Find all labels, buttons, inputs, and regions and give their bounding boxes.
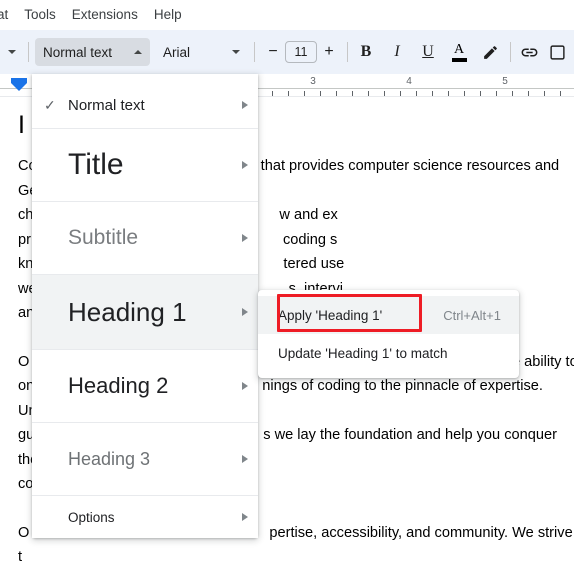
link-icon (521, 48, 537, 56)
insert-link-button[interactable] (517, 38, 541, 66)
chevron-right-icon (242, 234, 248, 242)
submenu-item-label: Apply 'Heading 1' (278, 307, 383, 323)
submenu-item-apply-heading-1[interactable]: Apply 'Heading 1' Ctrl+Alt+1 (258, 296, 519, 334)
font-family-button[interactable]: Arial (155, 38, 248, 66)
paragraph-style-label: Normal text (43, 44, 113, 60)
menu-item-label: Normal text (68, 96, 145, 114)
heading-1-submenu[interactable]: Apply 'Heading 1' Ctrl+Alt+1 Update 'Hea… (258, 290, 519, 378)
italic-button[interactable]: I (385, 38, 409, 66)
submenu-item-label: Update 'Heading 1' to match (278, 345, 448, 361)
ruler-tick-minor (480, 91, 481, 96)
ruler-number: 3 (310, 76, 316, 87)
check-icon: ✓ (44, 97, 56, 113)
para1-line4-right: coding s (282, 231, 338, 248)
zoom-dropdown-caret[interactable] (0, 38, 22, 66)
menu-item-help[interactable]: Help (146, 3, 190, 27)
chevron-down-icon (232, 50, 240, 54)
ruler-tick-minor (288, 91, 289, 96)
font-family-label: Arial (163, 44, 191, 60)
font-size-input[interactable]: 11 (285, 41, 317, 63)
paragraph-style-menu[interactable]: ✓ Normal text Title Subtitle Heading 1 H… (32, 74, 258, 538)
ruler-tick-minor (512, 91, 513, 96)
text-color-swatch (451, 57, 467, 62)
increase-font-size-button[interactable]: + (317, 38, 341, 66)
underline-button[interactable]: U (416, 38, 440, 66)
menu-item-tools[interactable]: Tools (16, 3, 64, 27)
chevron-right-icon (242, 161, 248, 169)
highlight-color-button[interactable] (478, 38, 502, 66)
bold-button[interactable]: B (354, 38, 378, 66)
chevron-right-icon (242, 455, 248, 463)
chevron-right-icon (242, 513, 248, 521)
indent-triangle (11, 83, 27, 91)
ruler-number: 5 (502, 76, 508, 87)
menu-item-heading-2[interactable]: Heading 2 (32, 350, 258, 422)
menu-item-label: Heading 2 (68, 373, 169, 398)
text-color-button[interactable]: A (447, 38, 471, 66)
toolbar-divider (510, 42, 511, 62)
ruler-tick-minor (496, 91, 497, 96)
menu-item-title[interactable]: Title (32, 129, 258, 201)
formatting-toolbar[interactable]: Normal text Arial − 11 + B I U A (0, 30, 574, 74)
menu-item-heading-3[interactable]: Heading 3 (32, 423, 258, 495)
menu-item-label: Heading 3 (68, 448, 151, 469)
chevron-up-icon (134, 50, 142, 54)
ruler-tick-minor (352, 91, 353, 96)
submenu-item-update-heading-1[interactable]: Update 'Heading 1' to match (258, 334, 519, 372)
para1-line5-right: tered use (283, 256, 345, 272)
ruler-tick-minor (304, 91, 305, 96)
chevron-right-icon (242, 382, 248, 390)
menu-item-label: Options (68, 509, 115, 525)
submenu-item-shortcut: Ctrl+Alt+1 (443, 307, 501, 323)
ruler-tick-minor (448, 91, 449, 96)
menu-item-subtitle[interactable]: Subtitle (32, 202, 258, 274)
toolbar-divider (254, 42, 255, 62)
menu-item-label: Title (68, 148, 124, 181)
para1-line3-right: w and ex (279, 207, 338, 223)
ruler-tick-minor (432, 91, 433, 96)
menu-item-format[interactable]: at (0, 3, 16, 27)
ruler-tick-minor (560, 91, 561, 96)
ruler-tick-minor (416, 91, 417, 96)
ruler-tick-minor (368, 91, 369, 96)
para1-line1-right: that provides computer science resources… (260, 158, 560, 174)
menu-item-extensions[interactable]: Extensions (64, 3, 146, 27)
chevron-down-icon (8, 50, 16, 54)
para2-line1-left: O (18, 353, 30, 370)
ruler-number: 4 (406, 76, 412, 87)
decrease-font-size-button[interactable]: − (261, 38, 285, 66)
text-color-label: A (453, 41, 465, 57)
insert-image-button[interactable] (545, 38, 569, 66)
toolbar-divider (347, 42, 348, 62)
ruler-tick-minor (464, 91, 465, 96)
paragraph-style-button[interactable]: Normal text (35, 38, 150, 66)
toolbar-divider (28, 42, 29, 62)
ruler-tick-minor (528, 91, 529, 96)
menu-item-normal-text[interactable]: ✓ Normal text (32, 82, 258, 128)
chevron-right-icon (242, 101, 248, 109)
menu-item-heading-1[interactable]: Heading 1 (32, 275, 258, 349)
chevron-right-icon (242, 308, 248, 316)
pen-icon (483, 45, 497, 59)
menu-item-label: Subtitle (68, 226, 139, 249)
menu-item-options[interactable]: Options (32, 496, 258, 538)
ruler-tick-minor (272, 91, 273, 96)
ruler-tick-minor (336, 91, 337, 96)
para1-line4-left: pr (18, 231, 31, 248)
menu-bar[interactable]: at Tools Extensions Help (0, 0, 574, 30)
ruler-tick-minor (320, 91, 321, 96)
ruler-tick-minor (384, 91, 385, 96)
ruler-tick-minor (400, 91, 401, 96)
ruler-tick-minor (544, 91, 545, 96)
menu-item-label: Heading 1 (68, 296, 187, 327)
para3-line1-left: O (18, 524, 30, 541)
image-icon (549, 44, 565, 60)
